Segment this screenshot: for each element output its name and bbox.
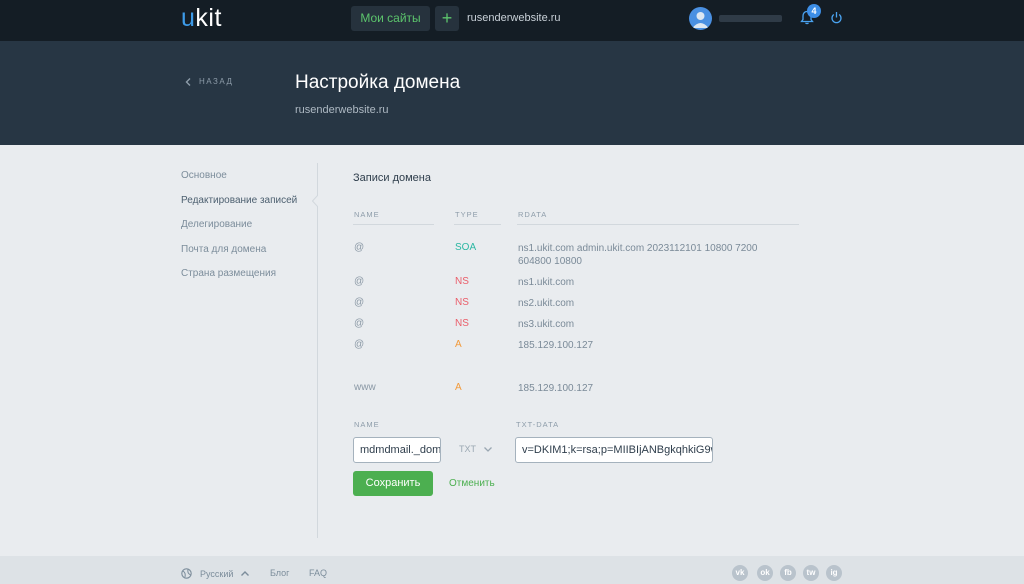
current-site-name[interactable]: rusenderwebsite.ru [467,12,561,24]
logout-button[interactable] [830,11,843,29]
page-title: Настройка домена [295,72,461,93]
blog-link[interactable]: Блог [270,568,289,578]
record-name: @ [354,297,365,308]
chevron-down-icon [484,446,492,452]
save-button[interactable]: Сохранить [353,471,433,496]
chevron-left-icon [185,77,191,86]
column-header-rdata: RDATA [518,210,548,219]
back-link[interactable]: НАЗАД [185,77,233,86]
record-name-input[interactable]: mdmdmail._domainkey [353,437,441,463]
record-rdata: ns3.ukit.com [518,319,575,330]
record-name: @ [354,339,365,350]
name-field-label: NAME [354,420,380,429]
ukit-logo[interactable]: ukit [181,4,222,33]
user-icon [692,12,709,28]
footer [0,556,1024,584]
odnoklassniki-icon[interactable]: ok [757,565,773,581]
power-icon [831,12,842,24]
record-name: @ [354,318,365,329]
record-name: @ [354,276,365,287]
sidebar-item-domain-mail[interactable]: Почта для домена [181,244,297,269]
my-sites-button[interactable]: Мои сайты [351,6,430,31]
sidebar-item-hosting-country[interactable]: Страна размещения [181,268,297,293]
column-header-name: NAME [354,210,380,219]
faq-link[interactable]: FAQ [309,568,327,578]
settings-sidebar: Основное Редактирование записей Делегиро… [181,170,297,293]
sidebar-item-delegation[interactable]: Делегирование [181,219,297,244]
record-type: A [455,339,462,350]
page-header [0,41,1024,145]
record-type: A [455,382,462,393]
twitter-icon[interactable]: tw [803,565,819,581]
globe-icon [181,568,192,579]
record-type: NS [455,318,469,329]
column-underline [454,224,501,225]
column-underline [353,224,434,225]
record-rdata: ns1.ukit.com [518,277,575,288]
record-rdata: ns2.ukit.com [518,298,575,309]
record-rdata: 185.129.100.127 [518,383,594,394]
cancel-button[interactable]: Отменить [449,478,495,489]
column-header-type: TYPE [455,210,479,219]
record-type: NS [455,297,469,308]
back-label: НАЗАД [199,77,234,86]
record-type-select[interactable]: TXT [459,444,492,454]
txt-data-input[interactable]: v=DKIM1;k=rsa;p=MIIBIjANBgkqhkiG9w0BAQEF… [515,437,713,463]
username-placeholder[interactable] [719,15,782,22]
notification-count-badge: 4 [807,4,821,18]
record-type-value: TXT [459,444,476,454]
sidebar-item-general[interactable]: Основное [181,170,297,195]
record-type: SOA [455,242,477,253]
column-underline [517,224,799,225]
record-rdata: ns1.ukit.com admin.ukit.com 2023112101 1… [518,243,758,267]
sidebar-divider [317,163,318,538]
add-site-button[interactable]: + [435,6,459,31]
avatar[interactable] [689,7,712,30]
instagram-icon[interactable]: ig [826,565,842,581]
txt-data-field-label: TXT-DATA [516,420,560,429]
sidebar-item-edit-records[interactable]: Редактирование записей [181,195,297,220]
record-rdata: 185.129.100.127 [518,340,594,351]
record-type: NS [455,276,469,287]
language-selector[interactable]: Русский [181,568,250,579]
facebook-icon[interactable]: fb [780,565,796,581]
page-subtitle: rusenderwebsite.ru [295,104,389,116]
vk-icon[interactable]: vk [732,565,748,581]
record-name: @ [354,242,365,253]
record-name: www [354,382,376,393]
active-item-pointer [312,195,318,207]
records-title: Записи домена [353,172,431,184]
language-label: Русский [200,568,234,579]
chevron-up-icon [241,571,250,576]
